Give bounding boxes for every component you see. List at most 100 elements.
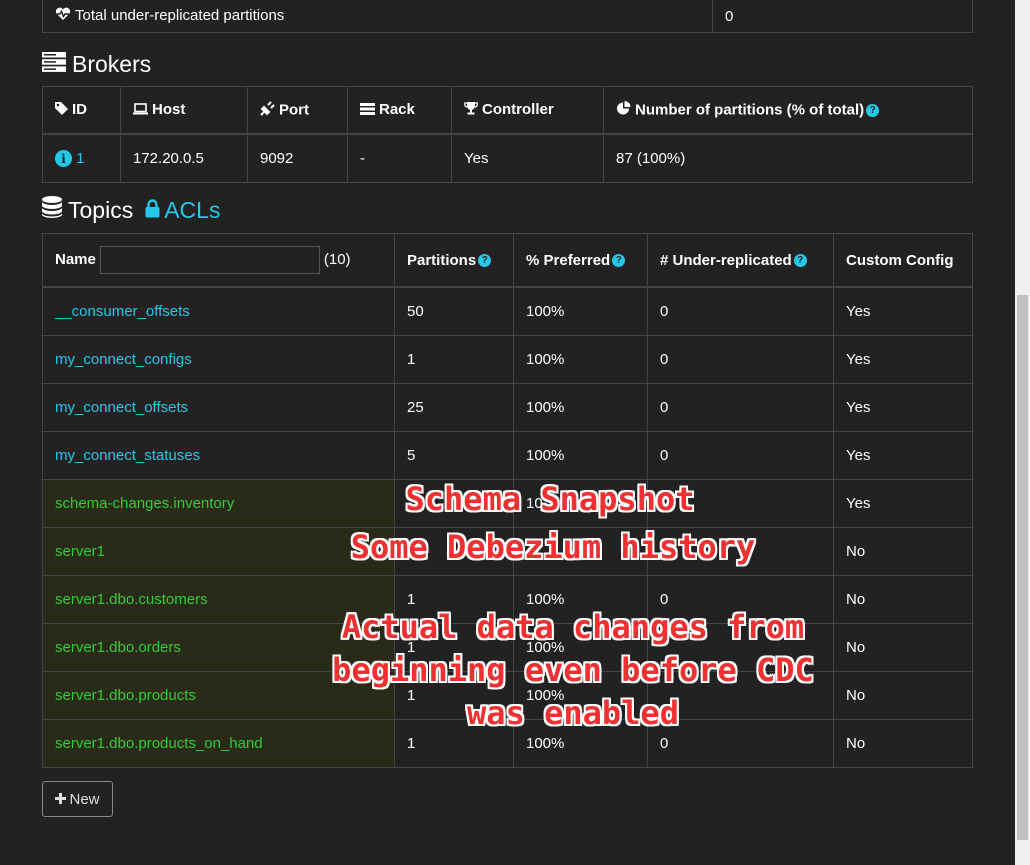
main-content: Total under-replicated partitions 0 Brok… (42, 0, 973, 768)
brokers-col-partitions[interactable]: Number of partitions (% of total)? (603, 86, 973, 135)
brokers-col-id-label: ID (72, 101, 87, 119)
brokers-heading: Brokers (42, 38, 972, 86)
topic-custom-config: No (833, 527, 973, 576)
info-icon: i (55, 150, 72, 168)
help-icon[interactable]: ? (478, 254, 492, 268)
brokers-header-row: ID Host Port Rack Controller Number of p… (42, 86, 973, 135)
topic-partitions: 1 (394, 719, 514, 768)
cluster-summary-table: Total under-replicated partitions 0 (42, 0, 973, 33)
topics-col-name: Name (10) (42, 233, 395, 288)
plus-icon (55, 791, 67, 808)
topic-link[interactable]: server1.dbo.products (55, 687, 196, 704)
summary-label: Total under-replicated partitions (75, 6, 285, 24)
brokers-col-host-label: Host (152, 101, 186, 119)
topic-link[interactable]: server1 (55, 543, 105, 560)
topic-custom-config: No (833, 719, 973, 768)
topic-row: my_connect_statuses 5 100% 0 Yes (42, 431, 973, 480)
topic-link[interactable]: __consumer_offsets (55, 303, 190, 320)
topic-link[interactable]: schema-changes.inventory (55, 495, 234, 512)
topic-partitions: 25 (394, 383, 514, 432)
topic-under-replicated: 0 (647, 719, 834, 768)
broker-row: i 1 172.20.0.5 9092 - Yes 87 (100%) (42, 133, 973, 183)
broker-detail-link[interactable]: i 1 (55, 150, 85, 168)
topic-name-cell: server1.dbo.orders (42, 623, 395, 672)
topic-name-cell: server1.dbo.products (42, 671, 395, 720)
brokers-title: Brokers (72, 50, 152, 77)
topics-col-preferred[interactable]: % Preferred? (513, 233, 648, 288)
topic-preferred: 100% (513, 431, 648, 480)
topic-name-cell: server1.dbo.customers (42, 575, 395, 624)
help-icon[interactable]: ? (866, 103, 880, 117)
rack-icon (360, 102, 375, 119)
topic-preferred: 100% (513, 383, 648, 432)
topic-partitions: 1 (394, 575, 514, 624)
topic-partitions (394, 527, 514, 576)
topic-custom-config: No (833, 575, 973, 624)
topic-preferred: 10 (513, 479, 648, 528)
acls-label: ACLs (164, 196, 221, 223)
topic-under-replicated: 0 (647, 335, 834, 384)
topics-count: (10) (323, 250, 351, 268)
broker-partitions: 87 (100%) (603, 133, 973, 183)
topic-link[interactable]: my_connect_offsets (55, 399, 188, 416)
topic-row: server1.dbo.products 1 100% No (42, 671, 973, 720)
topic-custom-config: Yes (833, 286, 973, 336)
help-icon[interactable]: ? (612, 254, 626, 268)
heartbeat-icon (55, 7, 71, 25)
topic-link[interactable]: my_connect_configs (55, 351, 192, 368)
topic-preferred: 100% (513, 719, 648, 768)
tag-icon (55, 101, 68, 119)
topics-col-partitions-label: Partitions (407, 251, 477, 269)
summary-value: 0 (712, 0, 973, 33)
brokers-col-controller[interactable]: Controller (451, 86, 604, 135)
topic-partitions: 5 (394, 431, 514, 480)
topic-name-cell: my_connect_configs (42, 335, 395, 384)
topics-col-name-label: Name (55, 250, 96, 268)
brokers-table: ID Host Port Rack Controller Number of p… (42, 86, 973, 183)
topic-custom-config: Yes (833, 383, 973, 432)
topic-name-cell: my_connect_offsets (42, 383, 395, 432)
scrollbar[interactable] (1015, 0, 1030, 865)
topics-col-under-replicated[interactable]: # Under-replicated? (647, 233, 834, 288)
topic-partitions (394, 479, 514, 528)
topics-col-partitions[interactable]: Partitions? (394, 233, 514, 288)
topic-under-replicated: 0 (647, 286, 834, 336)
topics-heading: Topics ACLs (42, 183, 972, 233)
new-topic-button[interactable]: New (42, 781, 113, 817)
summary-row: Total under-replicated partitions 0 (42, 0, 973, 33)
topic-link[interactable]: server1.dbo.products_on_hand (55, 735, 263, 752)
help-icon[interactable]: ? (793, 254, 807, 268)
topic-row: server1.dbo.products_on_hand 1 100% 0 No (42, 719, 973, 768)
broker-port: 9092 (247, 133, 348, 183)
brokers-col-rack[interactable]: Rack (347, 86, 452, 135)
topic-preferred (513, 527, 648, 576)
topic-name-cell: server1.dbo.products_on_hand (42, 719, 395, 768)
broker-host: 172.20.0.5 (120, 133, 248, 183)
topic-link[interactable]: my_connect_statuses (55, 447, 200, 464)
topic-under-replicated (647, 527, 834, 576)
topic-row: server1.dbo.orders 1 100% No (42, 623, 973, 672)
topic-row: my_connect_configs 1 100% 0 Yes (42, 335, 973, 384)
topics-col-under-replicated-label: # Under-replicated (660, 251, 792, 269)
laptop-icon (133, 102, 148, 119)
topic-under-replicated (647, 671, 834, 720)
brokers-col-port[interactable]: Port (247, 86, 348, 135)
topic-name-filter-input[interactable] (99, 246, 320, 274)
brokers-col-partitions-label: Number of partitions (% of total) (635, 100, 865, 118)
topic-row: server1 No (42, 527, 973, 576)
new-topic-label: New (69, 790, 100, 808)
topics-col-preferred-label: % Preferred (526, 251, 611, 269)
topic-name-cell: __consumer_offsets (42, 286, 395, 336)
brokers-col-rack-label: Rack (379, 101, 415, 119)
brokers-col-host[interactable]: Host (120, 86, 248, 135)
topics-col-custom-config[interactable]: Custom Config (833, 233, 973, 288)
topic-link[interactable]: server1.dbo.orders (55, 639, 181, 656)
acls-link[interactable]: ACLs (145, 197, 220, 224)
topic-preferred: 100% (513, 335, 648, 384)
topic-row: my_connect_offsets 25 100% 0 Yes (42, 383, 973, 432)
scrollbar-thumb[interactable] (1017, 295, 1028, 840)
brokers-col-id[interactable]: ID (42, 86, 121, 135)
topic-link[interactable]: server1.dbo.customers (55, 591, 208, 608)
topics-table: Name (10) Partitions? % Preferred? # Unde… (42, 233, 973, 768)
topic-custom-config: Yes (833, 335, 973, 384)
